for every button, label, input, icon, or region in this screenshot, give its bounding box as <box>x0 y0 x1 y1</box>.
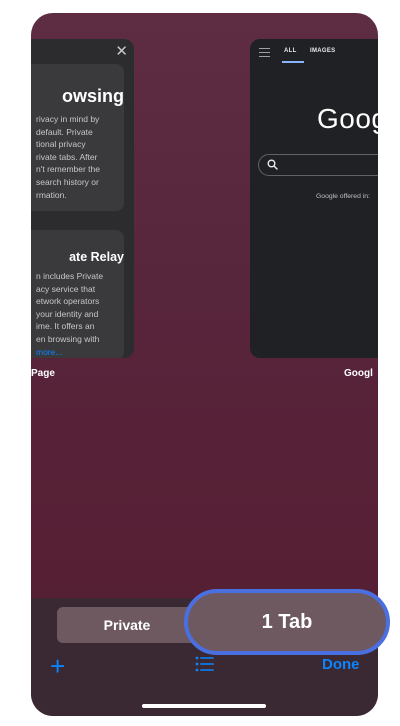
active-tab-indicator <box>282 61 304 63</box>
privacy-panel: owsing rivacy in mind by default. Privat… <box>31 64 124 211</box>
privacy-panel-title: owsing <box>62 86 124 106</box>
tab-card-start-page[interactable]: ✕ owsing rivacy in mind by default. Priv… <box>31 39 134 358</box>
google-logo: Goog <box>317 103 378 134</box>
tab-groups-list-icon[interactable] <box>195 656 215 672</box>
tab-card-google[interactable]: ALL IMAGES Goog Google offered in: <box>250 39 378 358</box>
google-tab-all[interactable]: ALL <box>284 48 297 54</box>
tab-count-button[interactable]: 1 Tab <box>184 589 390 655</box>
google-offered-in: Google offered in: <box>316 193 370 200</box>
relay-line: etwork operators <box>36 296 100 307</box>
privacy-line: rivacy in mind by <box>36 114 100 124</box>
relay-line: en browsing with <box>36 333 100 344</box>
menu-icon[interactable] <box>259 48 270 57</box>
google-search-box[interactable] <box>258 154 378 176</box>
done-button[interactable]: Done <box>322 656 360 673</box>
new-tab-plus-icon[interactable]: + <box>50 653 65 679</box>
home-indicator <box>142 704 266 708</box>
privacy-line: search history or <box>36 176 99 187</box>
relay-line: n includes Private <box>36 271 104 281</box>
relay-panel: ate Relay n includes Private acy service… <box>31 230 124 358</box>
search-icon <box>267 159 278 170</box>
privacy-line: tional privacy <box>36 139 86 150</box>
tab-count-label: 1 Tab <box>261 610 313 633</box>
relay-line: your identity and <box>36 308 99 319</box>
private-tab-group-button[interactable]: Private <box>57 607 197 643</box>
tab-label-google: Googl <box>344 368 373 379</box>
privacy-line: n't remember the <box>36 164 100 175</box>
close-tab-icon[interactable]: ✕ <box>115 43 128 61</box>
privacy-line: rivate tabs. After <box>36 151 98 162</box>
google-tab-images[interactable]: IMAGES <box>310 48 335 54</box>
privacy-line: default. Private <box>36 126 93 137</box>
relay-more-link[interactable]: more... <box>36 346 124 358</box>
tab-label-start-page: Page <box>31 368 55 379</box>
google-header: ALL IMAGES <box>250 39 378 65</box>
relay-panel-title: ate Relay <box>69 250 124 264</box>
relay-line: ime. It offers an <box>36 321 95 332</box>
relay-line: acy service that <box>36 283 96 294</box>
privacy-line: rmation. <box>36 189 67 200</box>
